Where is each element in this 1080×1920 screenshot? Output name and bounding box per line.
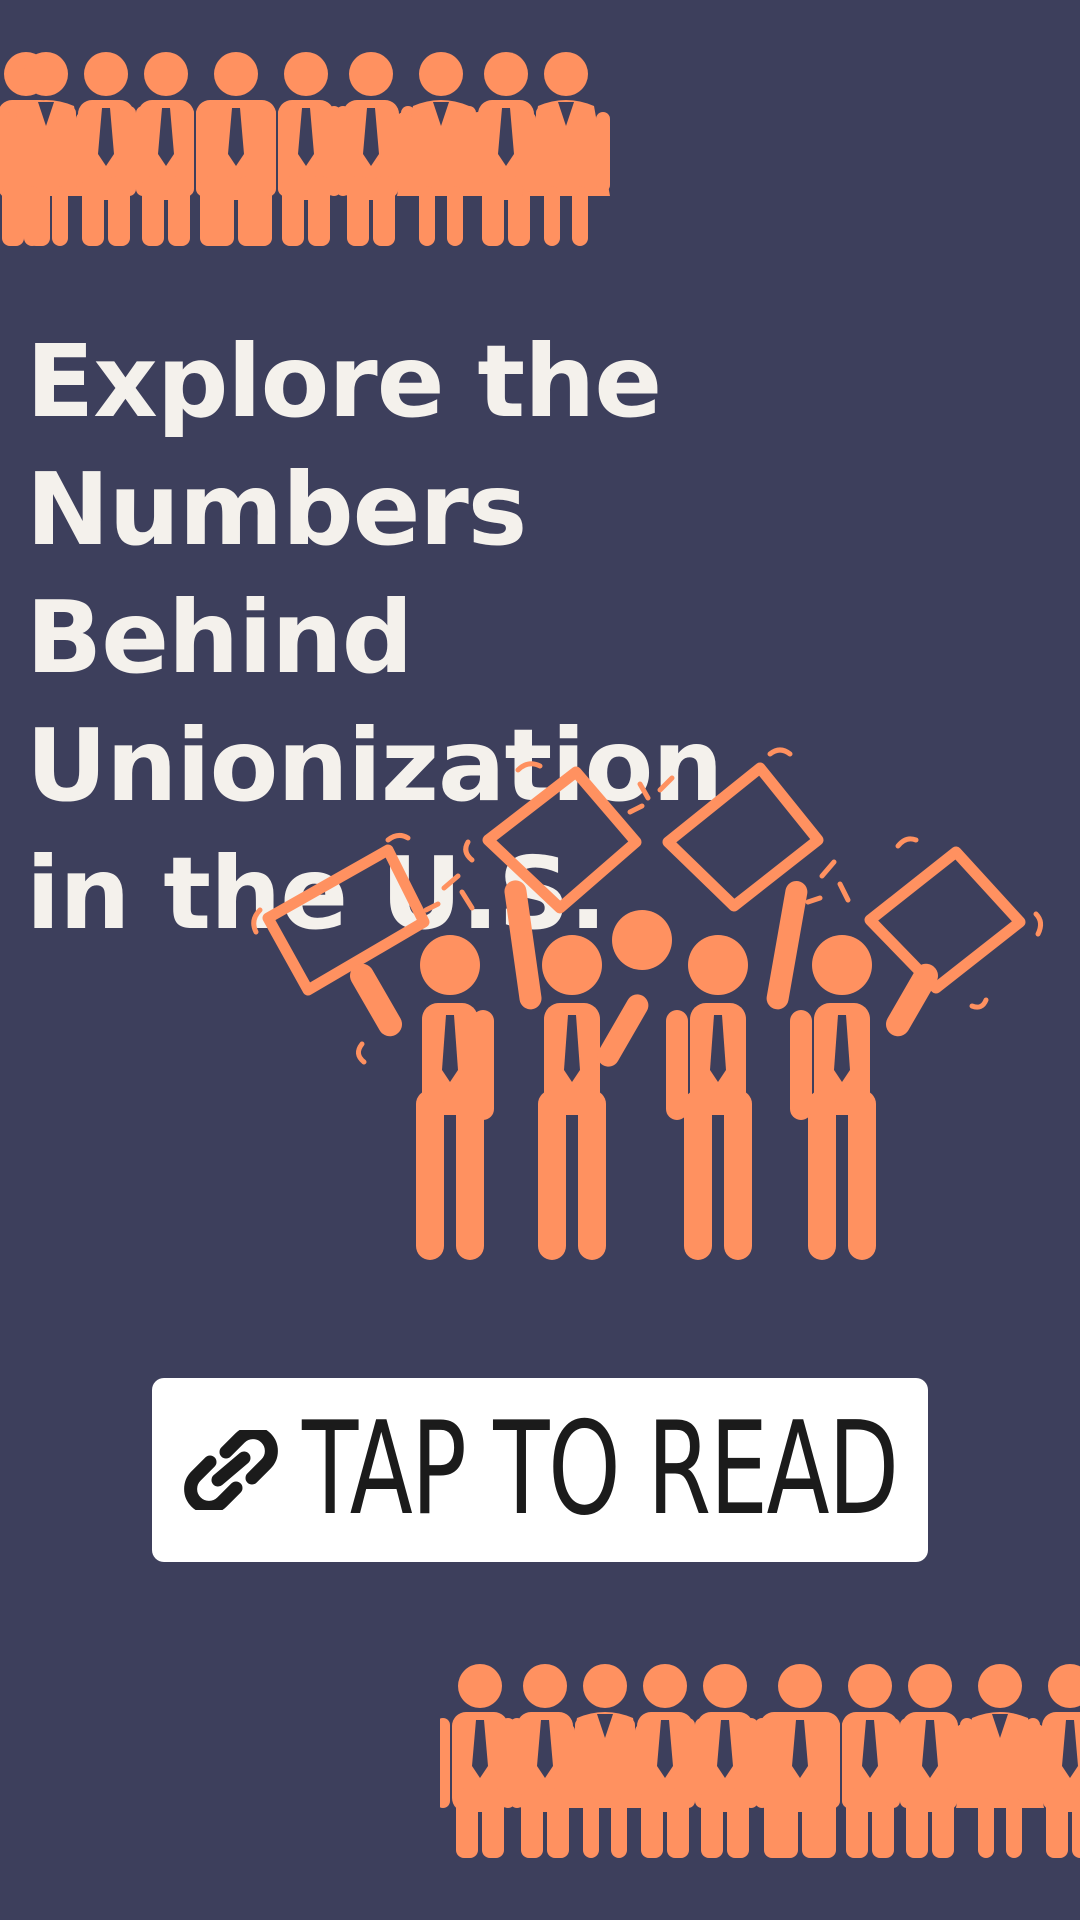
protest-group-icon — [251, 747, 1044, 1260]
crowd-person-icon — [522, 52, 610, 246]
crowd-person-icon — [1026, 1664, 1080, 1858]
crowd-person-icon — [621, 1664, 709, 1858]
crowd-person-icon — [826, 1664, 914, 1858]
tap-to-read-button[interactable]: TAP TO READ — [152, 1378, 928, 1562]
link-icon — [184, 1430, 278, 1510]
tap-to-read-label: TAP TO READ — [302, 1395, 899, 1544]
people-crowd-top-icon — [0, 52, 610, 246]
people-crowd-bottom-icon — [440, 1664, 1080, 1858]
crowd-person-icon — [62, 52, 150, 246]
crowd-person-icon — [561, 1664, 649, 1858]
